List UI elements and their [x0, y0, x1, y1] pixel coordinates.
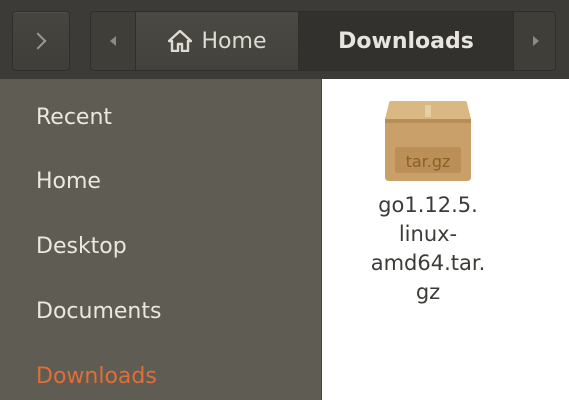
file-manager-window: Home Downloads Recent Home Desktop Docum… [0, 0, 569, 400]
path-home-label: Home [201, 28, 267, 54]
sidebar-item-downloads[interactable]: Downloads [0, 354, 321, 398]
toolbar: Home Downloads [0, 0, 569, 79]
sidebar-item-label: Documents [36, 298, 162, 324]
sidebar: Recent Home Desktop Documents Downloads [0, 79, 322, 400]
file-name-line: amd64.tar. [370, 251, 486, 275]
sidebar-item-label: Home [36, 168, 101, 194]
archive-badge-label: tar.gz [405, 152, 451, 171]
path-current-button[interactable]: Downloads [299, 12, 513, 70]
sidebar-item-label: Downloads [36, 363, 157, 389]
file-view: tar.gz go1.12.5. linux- amd64.tar. gz [322, 79, 569, 400]
sidebar-item-documents[interactable]: Documents [0, 289, 321, 333]
home-icon [167, 30, 192, 52]
expand-sidebar-button[interactable] [12, 11, 70, 71]
archive-icon: tar.gz [381, 101, 475, 181]
triangle-right-icon [532, 36, 539, 46]
file-name-line: linux- [398, 222, 458, 246]
file-name: go1.12.5. linux- amd64.tar. gz [342, 191, 514, 307]
path-scroll-right-button[interactable] [513, 12, 555, 70]
file-name-line: gz [415, 280, 441, 304]
triangle-left-icon [110, 36, 116, 46]
sidebar-item-label: Recent [36, 104, 113, 130]
sidebar-item-desktop[interactable]: Desktop [0, 224, 321, 268]
path-bar: Home Downloads [90, 11, 556, 71]
sidebar-item-recent[interactable]: Recent [0, 95, 321, 139]
sidebar-item-label: Desktop [36, 233, 127, 259]
chevron-right-icon [29, 32, 47, 50]
file-name-line: go1.12.5. [378, 193, 478, 217]
sidebar-item-home[interactable]: Home [0, 159, 321, 203]
path-scroll-left-button[interactable] [91, 12, 135, 70]
path-home-button[interactable]: Home [135, 12, 299, 70]
file-item[interactable]: tar.gz go1.12.5. linux- amd64.tar. gz [342, 101, 514, 307]
path-current-label: Downloads [338, 28, 474, 54]
